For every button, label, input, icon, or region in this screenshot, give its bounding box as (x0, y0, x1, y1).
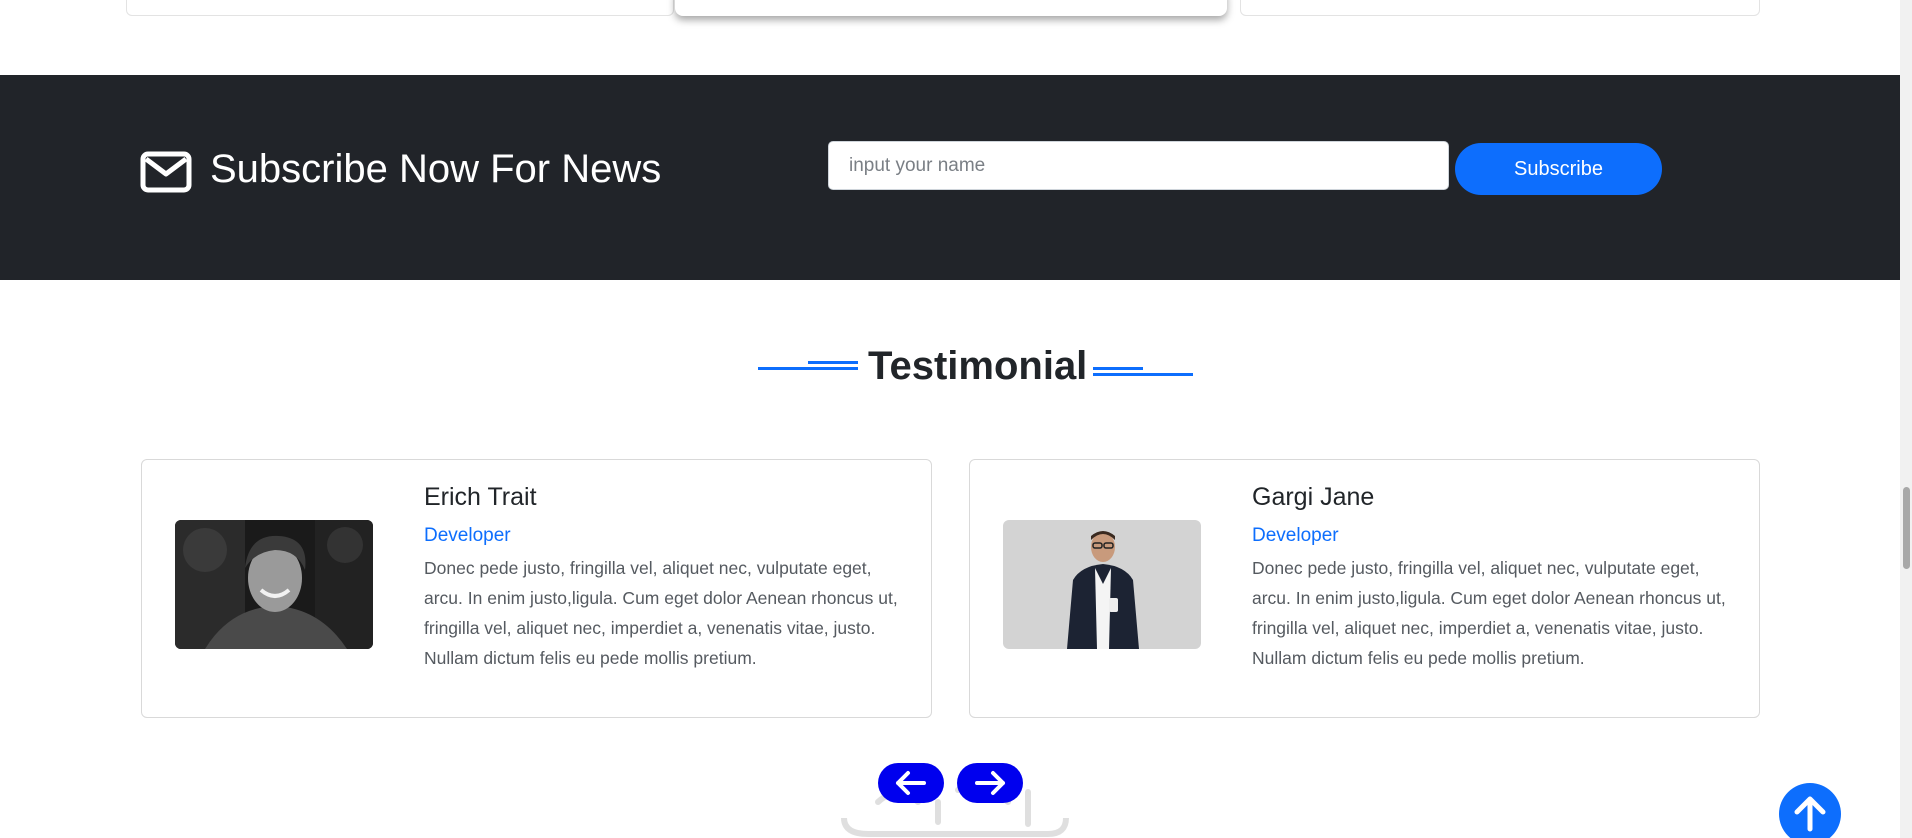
top-strip (0, 0, 1900, 75)
scrollbar-thumb[interactable] (1903, 487, 1910, 569)
name-input[interactable] (828, 141, 1449, 190)
arrow-up-icon (1794, 796, 1826, 832)
page: Subscribe Now For News Subscribe Testimo… (0, 0, 1912, 838)
avatar (1003, 520, 1201, 649)
subscribe-section: Subscribe Now For News Subscribe (0, 75, 1900, 280)
subscribe-button[interactable]: Subscribe (1455, 143, 1662, 195)
section-title: Testimonial (868, 344, 1088, 388)
carousel-prev-button[interactable] (878, 763, 944, 803)
testimonial-name: Erich Trait (424, 483, 537, 511)
testimonial-card: Erich Trait Developer Donec pede justo, … (141, 459, 932, 718)
heading-deco-line-left-long (758, 367, 858, 370)
testimonial-text: Donec pede justo, fringilla vel, aliquet… (1252, 558, 1726, 668)
testimonial-role[interactable]: Developer (1252, 523, 1339, 549)
back-to-top-button[interactable] (1779, 783, 1841, 838)
previous-section-card-right (1240, 0, 1760, 16)
heading-deco-line-right-short (1093, 367, 1143, 370)
person-photo-icon (1003, 520, 1201, 649)
testimonial-card: Gargi Jane Developer Donec pede justo, f… (969, 459, 1760, 718)
heading-deco-line-left-short (808, 361, 858, 364)
arrow-right-icon (975, 771, 1005, 795)
watermark-logo-icon (841, 784, 1069, 837)
testimonial-name: Gargi Jane (1252, 483, 1375, 511)
carousel-next-button[interactable] (957, 763, 1023, 803)
envelope-icon (140, 151, 192, 193)
avatar (175, 520, 373, 649)
previous-section-card-center (675, 0, 1227, 16)
heading-deco-line-right-long (1093, 373, 1193, 376)
testimonial-text: Donec pede justo, fringilla vel, aliquet… (424, 558, 898, 668)
subscribe-title: Subscribe Now For News (210, 147, 662, 191)
page-scrollbar[interactable] (1900, 0, 1912, 838)
arrow-left-icon (896, 771, 926, 795)
testimonial-role[interactable]: Developer (424, 523, 511, 549)
previous-section-card-left (126, 0, 674, 16)
person-photo-icon (175, 520, 373, 649)
